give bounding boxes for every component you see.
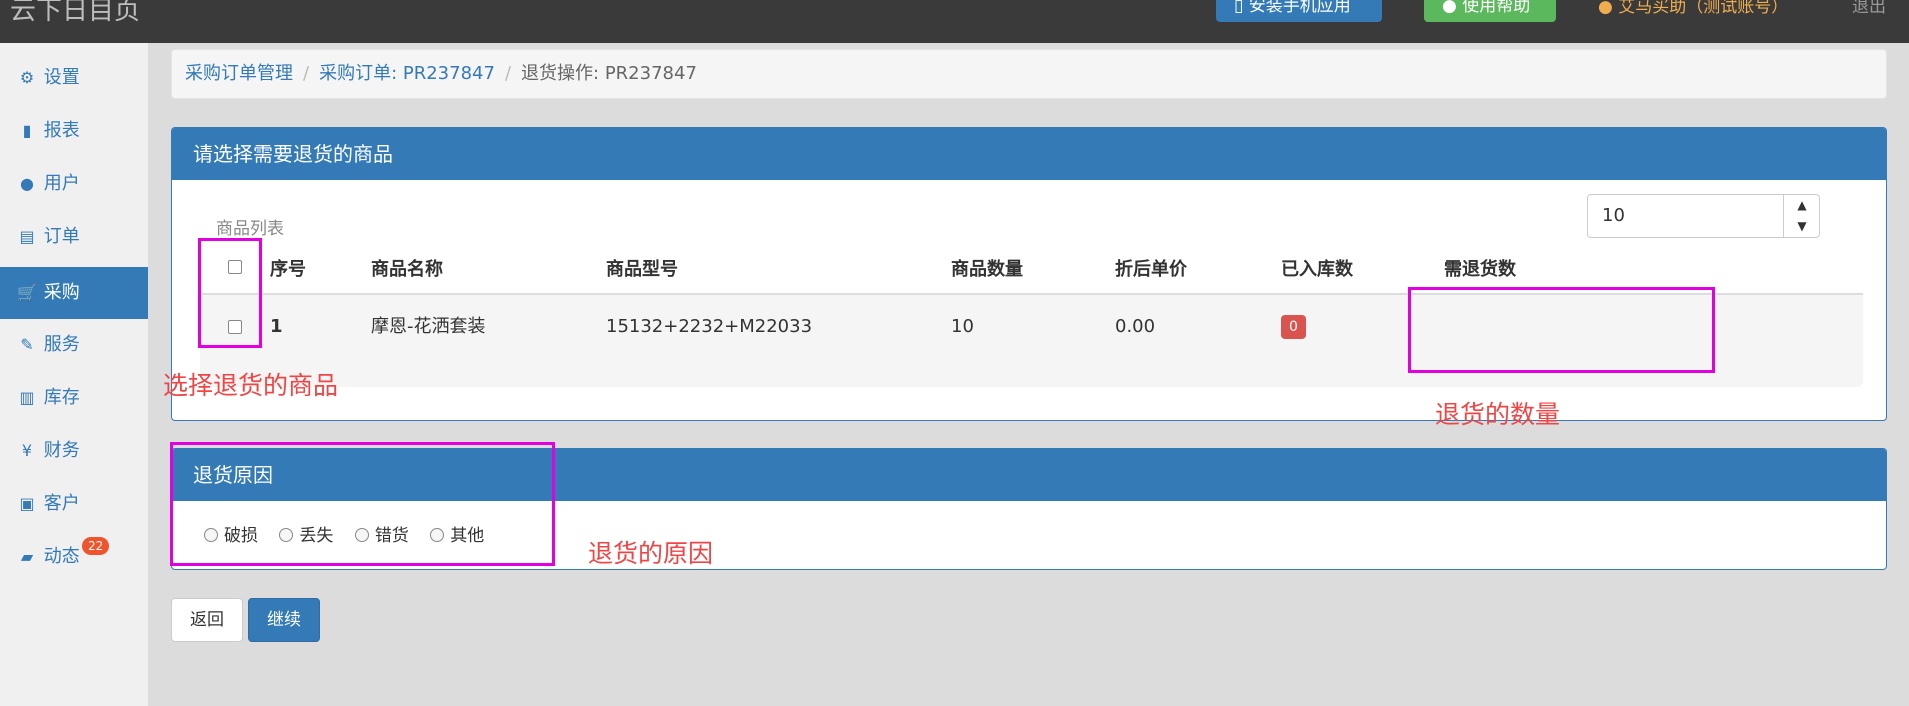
logout-link[interactable]: 退出 <box>1852 0 1886 17</box>
install-app-button[interactable]: ▯ 安装手机应用 <box>1216 0 1382 22</box>
cell-received: 0 <box>1281 295 1306 359</box>
sidebar-item-label: 订单 <box>43 226 80 247</box>
column-header: 商品名称 <box>371 259 443 280</box>
yen-icon: ¥ <box>21 441 33 460</box>
column-header: 商品型号 <box>606 259 678 280</box>
brand-logo[interactable]: 云下日目页 <box>10 0 140 27</box>
sidebar-item-label: 报表 <box>43 120 80 141</box>
install-app-label: 安装手机应用 <box>1248 0 1351 16</box>
bar-chart-icon: ▮ <box>22 121 32 140</box>
user-label: 艾马买助（测试账号） <box>1618 0 1789 17</box>
increment-arrow-icon[interactable]: ▲ <box>1784 195 1820 216</box>
sidebar-item-label: 用户 <box>43 173 80 194</box>
sidebar-item-label: 财务 <box>43 440 80 461</box>
annotation-box-select <box>198 238 262 348</box>
sidebar-item-finance[interactable]: ¥ 财务 <box>0 425 148 477</box>
sidebar-item-label: 采购 <box>43 282 80 303</box>
return-qty-input[interactable]: 10 <box>1602 195 1625 237</box>
annotation-box-qty <box>1408 287 1715 373</box>
breadcrumb-separator: / <box>303 63 310 84</box>
column-header: 折后单价 <box>1115 259 1187 280</box>
return-qty-stepper[interactable]: 10 ▲ ▼ <box>1587 194 1820 238</box>
back-button[interactable]: 返回 <box>171 598 243 642</box>
breadcrumb-link-purchase-orders[interactable]: 采购订单管理 <box>185 63 293 84</box>
cell-index: 1 <box>270 316 283 337</box>
column-header: 已入库数 <box>1281 259 1353 280</box>
sidebar-item-users[interactable]: ● 用户 <box>0 158 148 210</box>
user-menu[interactable]: ● 艾马买助（测试账号） <box>1598 0 1788 17</box>
cart-icon: 🛒 <box>17 283 37 302</box>
select-items-panel: 请选择需要退货的商品 商品列表 序号 商品名称 商品型号 商品数量 折后单价 已… <box>171 127 1887 421</box>
decrement-arrow-icon[interactable]: ▼ <box>1784 216 1820 237</box>
user-icon: ● <box>20 174 34 193</box>
breadcrumb: 采购订单管理 / 采购订单: PR237847 / 退货操作: PR237847 <box>171 49 1887 99</box>
panel-title: 请选择需要退货的商品 <box>172 128 1886 180</box>
cell-price: 0.00 <box>1115 316 1156 337</box>
breadcrumb-current: 退货操作: PR237847 <box>521 63 697 84</box>
cell-name: 摩恩-花洒套装 <box>371 316 486 337</box>
help-button[interactable]: ● 使用帮助 <box>1424 0 1556 22</box>
stepper-buttons: ▲ ▼ <box>1783 195 1819 237</box>
sidebar-item-settings[interactable]: ⚙ 设置 <box>0 52 148 104</box>
sidebar-item-label: 服务 <box>43 334 80 355</box>
cell-qty: 10 <box>951 316 974 337</box>
annotation-box-reason <box>170 442 555 566</box>
sidebar-item-label: 库存 <box>43 387 80 408</box>
list-title: 商品列表 <box>216 219 284 239</box>
continue-button[interactable]: 继续 <box>248 598 320 642</box>
sidebar-item-reports[interactable]: ▮ 报表 <box>0 105 148 157</box>
help-label: 使用帮助 <box>1462 0 1531 16</box>
cell-model: 15132+2232+M22033 <box>606 316 813 337</box>
sidebar-item-label: 设置 <box>43 67 80 88</box>
annotation-select-items: 选择退货的商品 <box>163 371 339 400</box>
sidebar-item-orders[interactable]: ▤ 订单 <box>0 211 148 263</box>
received-badge: 0 <box>1281 315 1306 339</box>
column-header: 序号 <box>270 259 306 280</box>
sidebar-item-service[interactable]: ✎ 服务 <box>0 319 148 371</box>
briefcase-icon: ▣ <box>19 494 35 513</box>
breadcrumb-separator: / <box>504 63 512 84</box>
list-icon: ▤ <box>19 227 35 246</box>
sidebar-item-activity[interactable]: ▰ 动态 22 <box>0 531 148 583</box>
sidebar-item-inventory[interactable]: ▥ 库存 <box>0 372 148 424</box>
breadcrumb-link-order[interactable]: 采购订单: PR237847 <box>319 63 495 84</box>
top-navbar: 云下日目页 ▯ 安装手机应用 ● 使用帮助 ● 艾马买助（测试账号） 退出 <box>0 0 1909 43</box>
sidebar: ⚙ 设置 ▮ 报表 ● 用户 ▤ 订单 🛒 采购 ✎ 服务 ▥ 库存 ¥ 财务 … <box>0 43 148 706</box>
column-header: 商品数量 <box>951 259 1023 280</box>
gear-icon: ⚙ <box>19 68 35 87</box>
sidebar-item-label: 客户 <box>43 493 80 514</box>
wrench-icon: ✎ <box>20 335 34 354</box>
barcode-icon: ▥ <box>19 388 35 407</box>
sidebar-item-label: 动态 <box>43 546 80 567</box>
comment-icon: ▰ <box>20 547 34 566</box>
sidebar-item-customers[interactable]: ▣ 客户 <box>0 478 148 530</box>
annotation-return-qty: 退货的数量 <box>1435 400 1561 429</box>
annotation-return-reason: 退货的原因 <box>588 539 714 568</box>
sidebar-item-purchase[interactable]: 🛒 采购 <box>0 267 148 319</box>
notification-badge: 22 <box>82 537 110 555</box>
